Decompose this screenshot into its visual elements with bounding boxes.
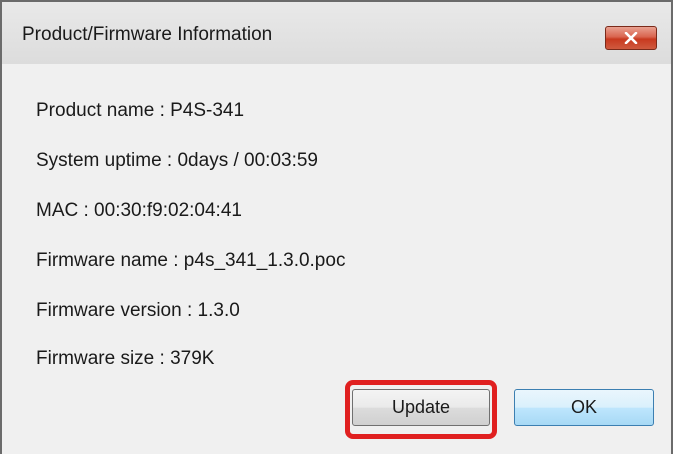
update-highlight-annotation <box>345 380 497 439</box>
firmware-info-dialog: Product/Firmware Information Product nam… <box>0 0 673 454</box>
product-name-text: Product name : P4S-341 <box>36 100 245 121</box>
firmware-size-text: Firmware size : 379K <box>36 348 215 369</box>
system-uptime-text: System uptime : 0days / 00:03:59 <box>36 150 318 171</box>
mac-address-text: MAC : 00:30:f9:02:04:41 <box>36 200 242 221</box>
close-button[interactable] <box>605 26 657 50</box>
dialog-title: Product/Firmware Information <box>22 24 273 45</box>
close-icon <box>624 32 638 44</box>
title-bar[interactable]: Product/Firmware Information <box>2 2 671 64</box>
firmware-name-text: Firmware name : p4s_341_1.3.0.poc <box>36 250 346 271</box>
firmware-version-text: Firmware version : 1.3.0 <box>36 300 240 321</box>
ok-button[interactable]: OK <box>514 389 654 426</box>
